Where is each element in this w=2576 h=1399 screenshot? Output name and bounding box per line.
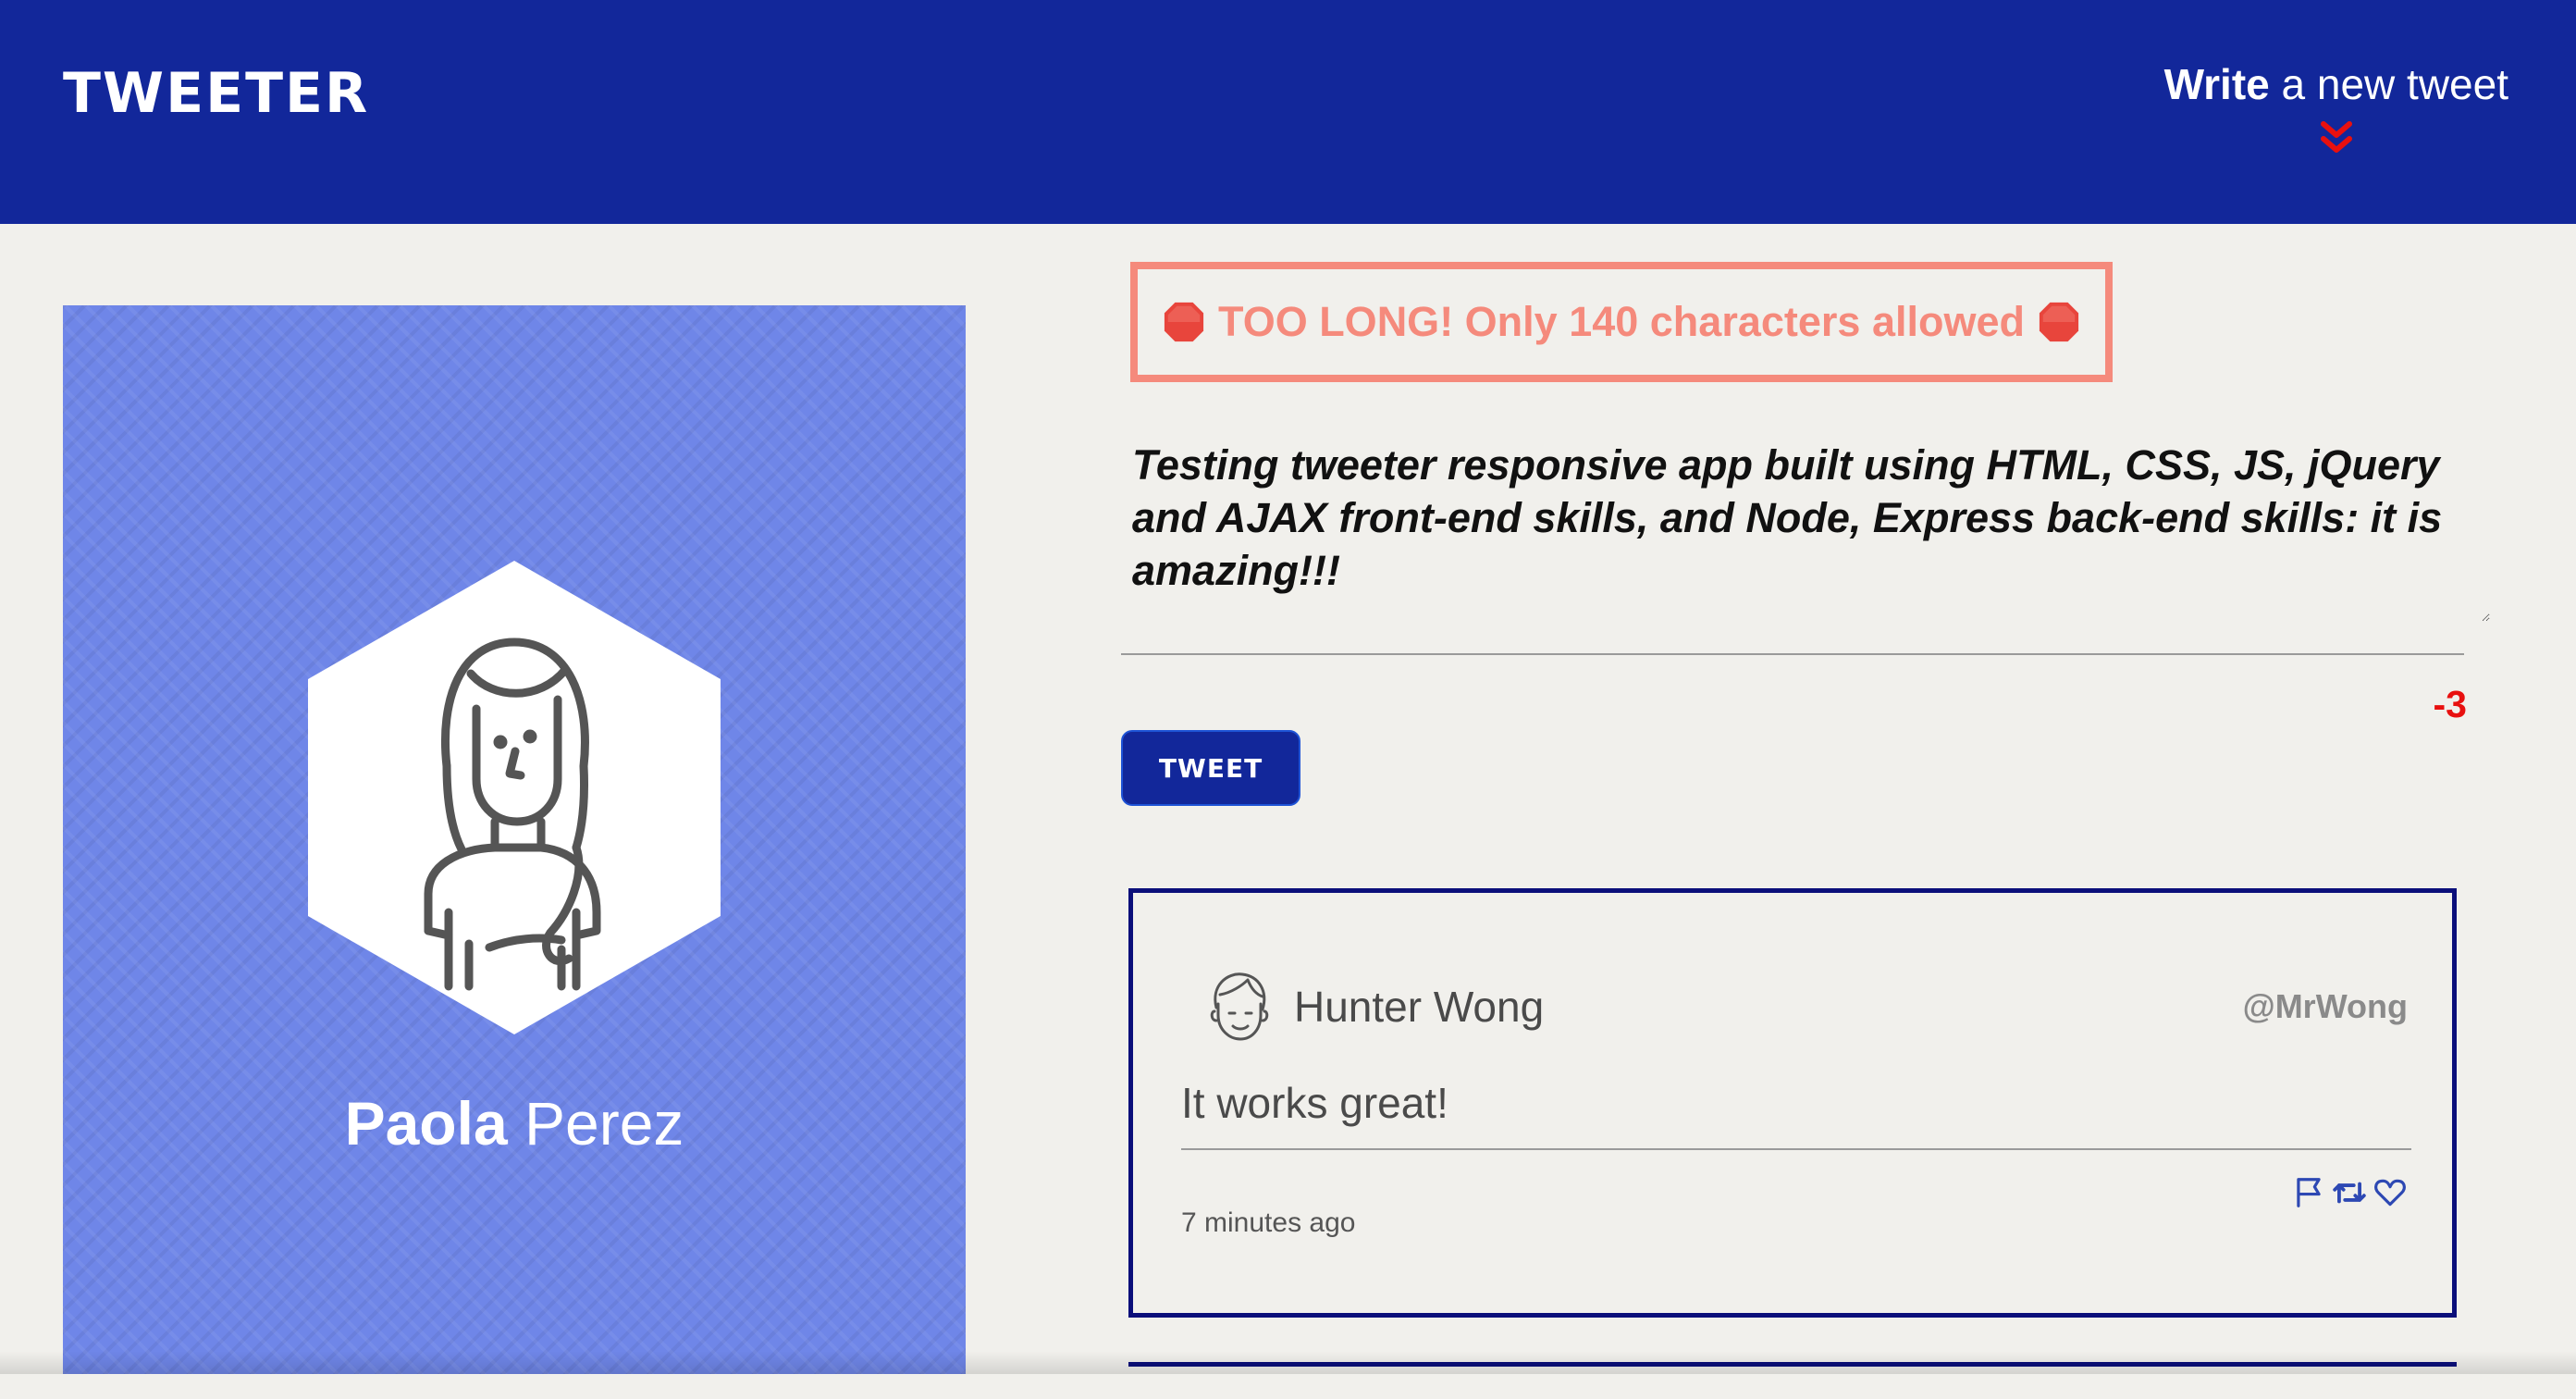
tweet-author-name: Hunter Wong [1294,983,1545,1031]
write-new-tweet-rest: a new tweet [2269,60,2509,108]
bottom-shadow [0,1351,2576,1374]
tweet-text: It works great! [1181,1079,1448,1127]
profile-name: Paola Perez [63,1088,966,1158]
tweet-textarea[interactable]: Testing tweeter responsive app built usi… [1121,426,2490,622]
retweet-icon[interactable] [2332,1175,2367,1210]
double-chevron-down-icon[interactable] [2314,117,2359,161]
profile-card: Paola Perez [63,305,966,1374]
tweet-divider [1181,1148,2411,1150]
input-divider [1121,653,2464,655]
tweet-actions [2291,1175,2408,1210]
profile-last-name: Perez [507,1089,684,1158]
error-text: TOO LONG! Only 140 characters allowed [1218,298,2025,345]
heart-icon[interactable] [2373,1175,2408,1210]
flag-icon[interactable] [2291,1175,2326,1210]
error-message: TOO LONG! Only 140 characters allowed [1130,262,2113,382]
user-avatar-woman-icon [308,561,721,1034]
brand-logo[interactable]: TWEETER [63,61,369,126]
tweet-button[interactable]: TWEET [1121,730,1300,806]
user-avatar-man-icon [1210,972,1269,1041]
tweet-timestamp: 7 minutes ago [1181,1207,1356,1238]
tweet-author-handle: @MrWong [2242,987,2408,1025]
stop-sign-icon [2039,302,2079,342]
profile-first-name: Paola [344,1089,508,1158]
write-new-tweet-bold: Write [2163,60,2270,108]
write-new-tweet-label[interactable]: Write a new tweet [2164,59,2508,109]
character-counter: -3 [2433,683,2467,725]
write-new-tweet-toggle[interactable]: Write a new tweet [2164,59,2508,161]
navbar: TWEETER Write a new tweet [0,0,2576,224]
stop-sign-icon [1164,302,1204,342]
tweet-card: Hunter Wong @MrWong It works great! 7 mi… [1128,888,2457,1318]
